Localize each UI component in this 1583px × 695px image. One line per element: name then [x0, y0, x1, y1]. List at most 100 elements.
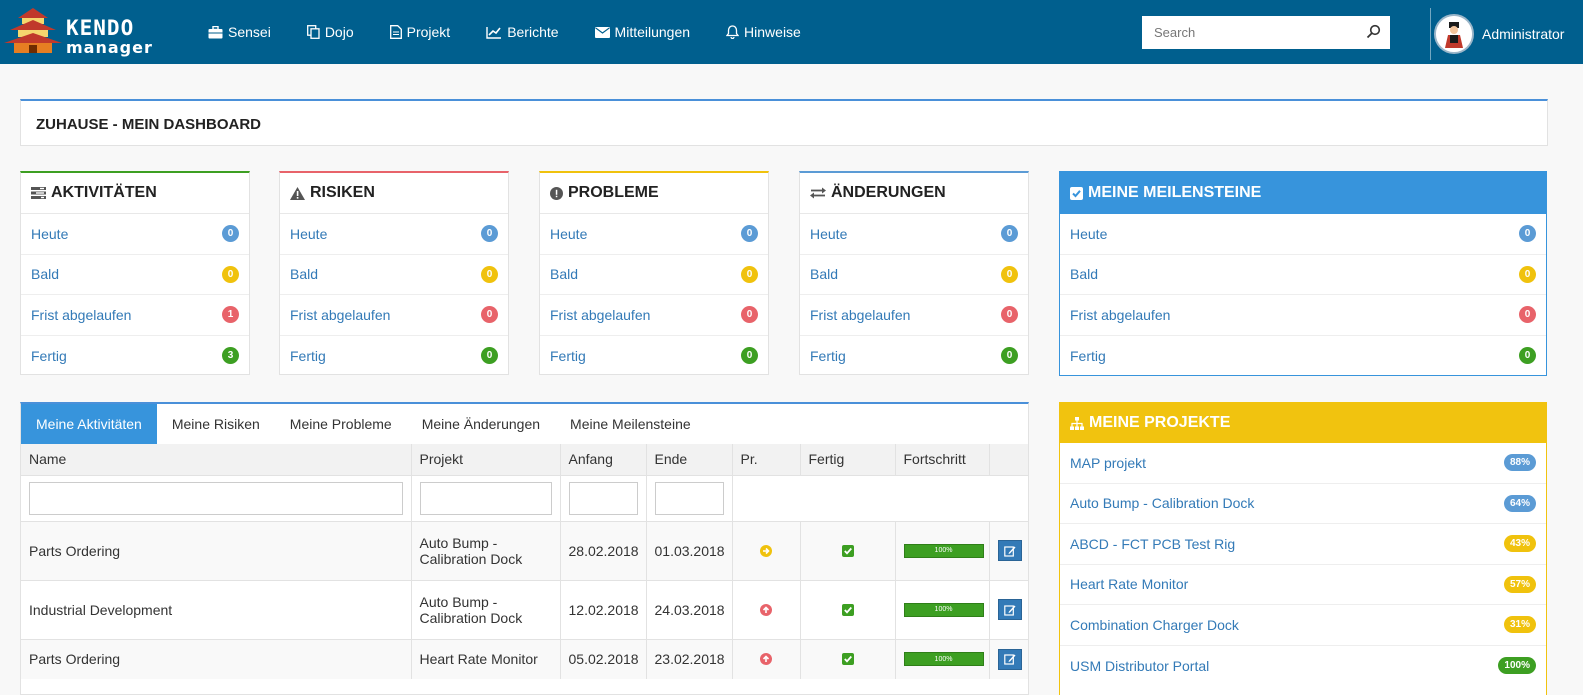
row-label[interactable]: Frist abgelaufen: [290, 307, 390, 323]
row-label[interactable]: Bald: [31, 266, 59, 282]
row-label[interactable]: Bald: [810, 266, 838, 282]
cell-priority: [732, 579, 801, 639]
project-name[interactable]: Combination Charger Dock: [1070, 617, 1239, 633]
tab-my-problems[interactable]: Meine Probleme: [275, 404, 407, 444]
problems-row-soon[interactable]: Bald 0: [540, 255, 768, 295]
row-label[interactable]: Fertig: [810, 348, 846, 364]
cell-name[interactable]: Industrial Development: [21, 579, 412, 639]
cell-name[interactable]: Parts Ordering: [21, 520, 412, 580]
changes-row-done[interactable]: Fertig 0: [800, 336, 1028, 377]
risks-row-today[interactable]: Heute 0: [280, 214, 508, 255]
table-row[interactable]: Parts Ordering Auto Bump - Calibration Do…: [21, 520, 1028, 580]
nav-dojo[interactable]: Dojo: [306, 24, 354, 40]
row-label[interactable]: Frist abgelaufen: [810, 307, 910, 323]
row-label[interactable]: Bald: [550, 266, 578, 282]
activities-row-soon[interactable]: Bald 0: [21, 255, 249, 295]
cell-name[interactable]: Parts Ordering: [21, 638, 412, 679]
risks-row-done[interactable]: Fertig 0: [280, 336, 508, 377]
row-label[interactable]: Fertig: [31, 348, 67, 364]
row-label[interactable]: Heute: [550, 226, 587, 242]
column-header-name[interactable]: Name: [21, 444, 412, 475]
row-label[interactable]: Fertig: [1070, 348, 1106, 364]
nav-projekt[interactable]: Projekt: [389, 24, 450, 40]
filter-project-input[interactable]: [419, 481, 552, 515]
changes-box-header: ÄNDERUNGEN: [800, 173, 1028, 214]
row-label[interactable]: Heute: [290, 226, 327, 242]
user-name[interactable]: Administrator: [1482, 26, 1564, 42]
project-name[interactable]: Auto Bump - Calibration Dock: [1070, 495, 1254, 511]
tab-my-risks[interactable]: Meine Risiken: [157, 404, 275, 444]
project-name[interactable]: ABCD - FCT PCB Test Rig: [1070, 536, 1235, 552]
edit-button[interactable]: [997, 540, 1022, 561]
project-item[interactable]: Auto Bump - Calibration Dock 64%: [1060, 484, 1546, 524]
filter-cell: [989, 474, 1028, 521]
project-name[interactable]: MAP projekt: [1070, 455, 1146, 471]
risks-row-overdue[interactable]: Frist abgelaufen 0: [280, 295, 508, 336]
tab-my-activities[interactable]: Meine Aktivitäten: [21, 404, 157, 444]
column-header-done[interactable]: Fertig: [800, 444, 896, 475]
problems-row-today[interactable]: Heute 0: [540, 214, 768, 255]
row-label[interactable]: Bald: [1070, 266, 1098, 282]
exchange-icon: [810, 187, 826, 199]
count-badge: 0: [1519, 347, 1536, 365]
table-row[interactable]: Industrial Development Auto Bump - Calibr…: [21, 579, 1028, 639]
nav-sensei[interactable]: Sensei: [208, 24, 271, 40]
project-item[interactable]: MAP projekt 88%: [1060, 443, 1546, 484]
problems-row-overdue[interactable]: Frist abgelaufen 0: [540, 295, 768, 336]
row-label[interactable]: Heute: [1070, 226, 1107, 242]
tab-my-changes[interactable]: Meine Änderungen: [407, 404, 555, 444]
filter-end-input[interactable]: [654, 481, 724, 515]
row-label[interactable]: Fertig: [550, 348, 586, 364]
row-label[interactable]: Frist abgelaufen: [31, 307, 131, 323]
edit-button[interactable]: [997, 599, 1022, 620]
tasks-icon: [31, 187, 46, 199]
row-label[interactable]: Frist abgelaufen: [550, 307, 650, 323]
count-badge: 0: [741, 306, 758, 324]
column-header-progress[interactable]: Fortschritt: [895, 444, 990, 475]
project-item[interactable]: Heart Rate Monitor 57%: [1060, 565, 1546, 605]
milestones-row-soon[interactable]: Bald 0: [1060, 255, 1546, 295]
problems-row-done[interactable]: Fertig 0: [540, 336, 768, 377]
kendo-logo[interactable]: KENDO manager: [4, 6, 154, 58]
count-badge: 0: [481, 347, 498, 365]
changes-row-soon[interactable]: Bald 0: [800, 255, 1028, 295]
milestones-row-done[interactable]: Fertig 0: [1060, 336, 1546, 377]
risks-row-soon[interactable]: Bald 0: [280, 255, 508, 295]
column-header-end[interactable]: Ende: [646, 444, 733, 475]
activities-row-done[interactable]: Fertig 3: [21, 336, 249, 377]
search-input[interactable]: [1142, 16, 1390, 49]
filter-cell: [895, 474, 989, 521]
row-label[interactable]: Frist abgelaufen: [1070, 307, 1170, 323]
project-name[interactable]: Heart Rate Monitor: [1070, 576, 1188, 592]
nav-berichte[interactable]: Berichte: [486, 24, 559, 40]
table-row[interactable]: Parts Ordering Heart Rate Monitor 05.02.20…: [21, 638, 1028, 679]
nav-mitteilungen[interactable]: Mitteilungen: [594, 24, 690, 40]
column-header-priority[interactable]: Pr.: [732, 444, 801, 475]
activities-row-overdue[interactable]: Frist abgelaufen 1: [21, 295, 249, 336]
milestones-row-overdue[interactable]: Frist abgelaufen 0: [1060, 295, 1546, 336]
project-item[interactable]: USM Distributor Portal 100%: [1060, 646, 1546, 687]
project-name[interactable]: USM Distributor Portal: [1070, 658, 1209, 674]
column-header-project[interactable]: Projekt: [411, 444, 561, 475]
edit-button[interactable]: [997, 648, 1022, 670]
row-label[interactable]: Bald: [290, 266, 318, 282]
row-label[interactable]: Heute: [810, 226, 847, 242]
column-header-start[interactable]: Anfang: [560, 444, 647, 475]
changes-row-today[interactable]: Heute 0: [800, 214, 1028, 255]
nav-hinweise[interactable]: Hinweise: [726, 24, 801, 40]
row-label[interactable]: Fertig: [290, 348, 326, 364]
avatar[interactable]: [1434, 14, 1474, 54]
milestones-row-today[interactable]: Heute 0: [1060, 214, 1546, 255]
tab-my-milestones[interactable]: Meine Meilensteine: [555, 404, 706, 444]
changes-row-overdue[interactable]: Frist abgelaufen 0: [800, 295, 1028, 336]
project-item[interactable]: ABCD - FCT PCB Test Rig 43%: [1060, 524, 1546, 565]
filter-start-input[interactable]: [568, 481, 638, 515]
filter-name-input[interactable]: [29, 481, 403, 515]
project-item[interactable]: Combination Charger Dock 31%: [1060, 605, 1546, 646]
activities-row-today[interactable]: Heute 0: [21, 214, 249, 255]
cell-end: 23.02.2018: [646, 638, 733, 679]
column-header-actions: [989, 444, 1028, 475]
progress-badge: 88%: [1503, 454, 1536, 472]
row-label[interactable]: Heute: [31, 226, 68, 242]
search-icon[interactable]: [1366, 24, 1381, 39]
